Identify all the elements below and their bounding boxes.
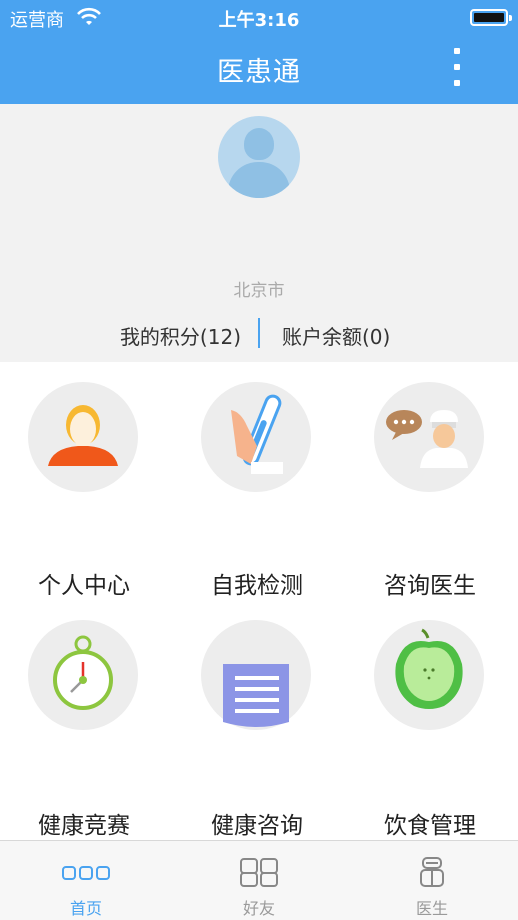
- tab-bar: 首页 好友 医生: [0, 840, 518, 920]
- tab-friends[interactable]: 好友: [173, 841, 345, 920]
- account-stats: 我的积分(12) 账户余额(0): [0, 316, 518, 352]
- tab-label: 好友: [242, 899, 275, 918]
- menu-item-consult-doctor[interactable]: 咨询医生: [346, 362, 518, 602]
- notepad-icon: [201, 620, 311, 730]
- menu-label: 饮食管理: [384, 813, 476, 839]
- tab-label: 首页: [69, 899, 102, 918]
- tab-home[interactable]: 首页: [0, 841, 172, 920]
- user-city: 北京市: [233, 281, 285, 301]
- doctor-icon: [420, 857, 444, 887]
- status-time: 上午3:16: [218, 10, 300, 31]
- more-dot-icon: [454, 64, 460, 70]
- apple-icon: [374, 620, 484, 730]
- stats-divider: [258, 318, 260, 348]
- more-menu-button[interactable]: [446, 48, 470, 88]
- menu-item-health-consult[interactable]: 健康咨询: [173, 602, 345, 842]
- menu-label: 咨询医生: [384, 573, 476, 599]
- battery-icon: [470, 9, 512, 26]
- points-link[interactable]: 我的积分(12): [120, 321, 241, 350]
- avatar[interactable]: [218, 116, 300, 198]
- balance-link[interactable]: 账户余额(0): [282, 321, 390, 350]
- friends-icon: [240, 858, 278, 887]
- menu-label: 健康竞赛: [38, 813, 130, 839]
- home-dots-icon: [62, 866, 110, 880]
- page-title: 医患通: [217, 57, 301, 88]
- status-bar: 运营商 上午3:16: [0, 0, 518, 36]
- menu-item-self-check[interactable]: 自我检测: [173, 362, 345, 602]
- menu-item-personal-center[interactable]: 个人中心: [0, 362, 172, 602]
- avatar-head-shape: [244, 128, 274, 160]
- tab-doctor[interactable]: 医生: [346, 841, 518, 920]
- avatar-body-shape: [228, 162, 290, 198]
- thermometer-icon: [201, 382, 311, 492]
- tab-label: 医生: [415, 899, 448, 918]
- profile-panel: 北京市 我的积分(12) 账户余额(0): [0, 104, 518, 362]
- more-dot-icon: [454, 80, 460, 86]
- feature-grid: 个人中心 自我检测 咨询医生 健康竞赛 健康咨询 饮食管理: [0, 362, 518, 840]
- menu-label: 自我检测: [211, 573, 303, 599]
- menu-item-health-contest[interactable]: 健康竞赛: [0, 602, 172, 842]
- menu-item-diet-management[interactable]: 饮食管理: [346, 602, 518, 842]
- stopwatch-icon: [28, 620, 138, 730]
- doctor-chat-icon: [374, 382, 484, 492]
- menu-label: 个人中心: [38, 573, 130, 599]
- more-dot-icon: [454, 48, 460, 54]
- menu-label: 健康咨询: [211, 813, 303, 839]
- person-icon: [28, 382, 138, 492]
- nav-bar: 医患通: [0, 36, 518, 104]
